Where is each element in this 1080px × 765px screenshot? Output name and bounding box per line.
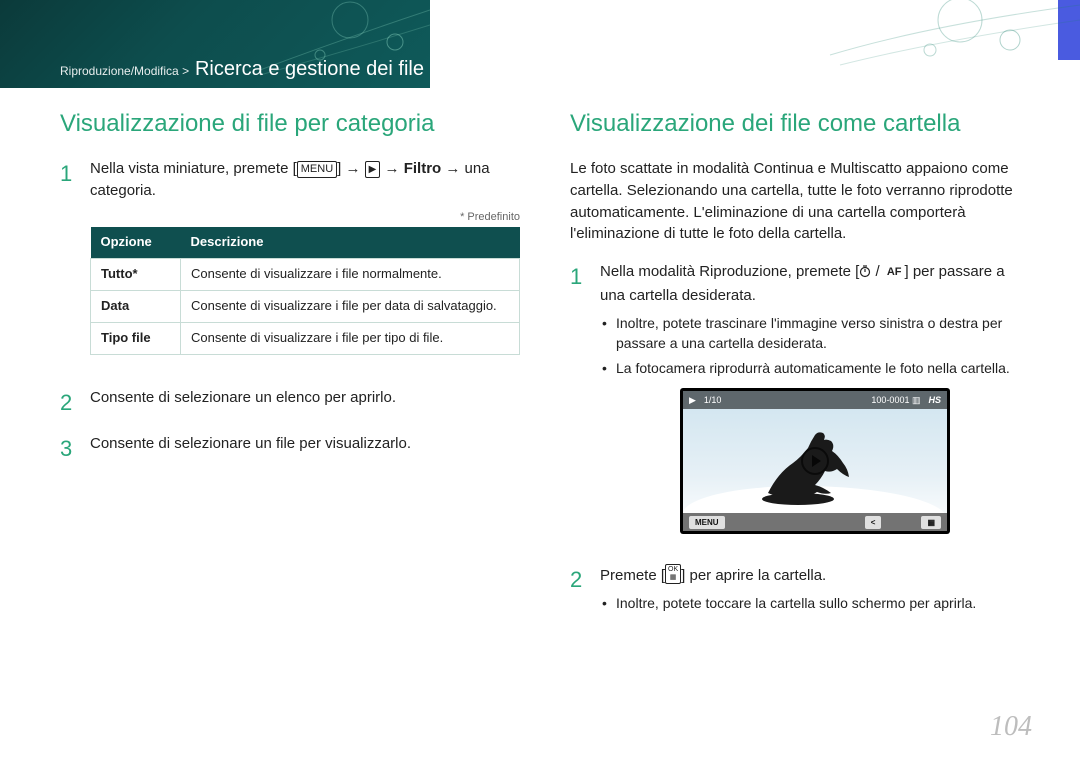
right-step-1: 1 Nella modalità Riproduzione, premete [… (570, 261, 1030, 550)
play-key-icon (365, 161, 381, 178)
play-indicator-icon: ▶ (689, 394, 696, 407)
right-heading: Visualizzazione dei file come cartella (570, 110, 1030, 138)
th-description: Descrizione (181, 227, 520, 258)
menu-key-icon: MENU (297, 161, 337, 178)
step-body: Consente di selezionare un file per visu… (90, 433, 520, 465)
camera-screenshot: ▶ 1/10 100-0001 ▥ HS (680, 388, 950, 534)
predef-note: * Predefinito (90, 210, 520, 226)
breadcrumb: Riproduzione/Modifica > Ricerca e gestio… (60, 58, 424, 81)
right-intro: Le foto scattate in modalità Continua e … (570, 158, 1030, 245)
step-number: 2 (570, 564, 588, 618)
left-column: Visualizzazione di file per categoria 1 … (60, 110, 520, 705)
counter: 1/10 (704, 394, 722, 407)
step-body: Premete [OK▦] per aprire la cartella. In… (600, 564, 1030, 618)
step-body: Consente di selezionare un elenco per ap… (90, 387, 520, 419)
left-heading: Visualizzazione di file per categoria (60, 110, 520, 138)
file-number: 100-0001 ▥ (871, 394, 920, 407)
step-number: 2 (60, 387, 78, 419)
step-body: Nella vista miniature, premete [MENU] → … (90, 158, 520, 373)
grid-button: ▦ (921, 516, 941, 530)
breadcrumb-path: Riproduzione/Modifica > (60, 64, 189, 78)
options-table: Opzione Descrizione Tutto* Consente di v… (90, 227, 520, 354)
table-row: Tipo file Consente di visualizzare i fil… (91, 322, 520, 354)
camera-botbar: MENU < ▦ (683, 513, 947, 531)
ok-key-icon: OK▦ (665, 564, 681, 584)
hs-badge: HS (928, 394, 941, 407)
th-option: Opzione (91, 227, 181, 258)
right-column: Visualizzazione dei file come cartella L… (570, 110, 1030, 705)
step-number: 1 (60, 158, 78, 373)
camera-topbar: ▶ 1/10 100-0001 ▥ HS (683, 391, 947, 409)
page-number: 104 (990, 711, 1032, 743)
left-step-3: 3 Consente di selezionare un file per vi… (60, 433, 520, 465)
decor-swirl (780, 0, 1080, 80)
right-step-2: 2 Premete [OK▦] per aprire la cartella. … (570, 564, 1030, 618)
step-number: 1 (570, 261, 588, 550)
table-row: Tutto* Consente di visualizzare i file n… (91, 259, 520, 291)
left-step-2: 2 Consente di selezionare un elenco per … (60, 387, 520, 419)
table-row: Data Consente di visualizzare i file per… (91, 291, 520, 323)
menu-button: MENU (689, 516, 725, 530)
list-item: Inoltre, potete trascinare l'immagine ve… (602, 313, 1030, 354)
play-overlay-icon (801, 447, 829, 475)
prev-button: < (865, 516, 882, 530)
step-body: Nella modalità Riproduzione, premete [ /… (600, 261, 1030, 550)
step-number: 3 (60, 433, 78, 465)
timer-icon (859, 263, 871, 285)
left-step-1: 1 Nella vista miniature, premete [MENU] … (60, 158, 520, 373)
breadcrumb-title: Ricerca e gestione dei file (195, 58, 424, 80)
af-key-icon: AF (884, 265, 905, 280)
side-tab (1058, 0, 1080, 60)
list-item: Inoltre, potete toccare la cartella sull… (602, 593, 1030, 613)
list-item: La fotocamera riprodurrà automaticamente… (602, 358, 1030, 378)
